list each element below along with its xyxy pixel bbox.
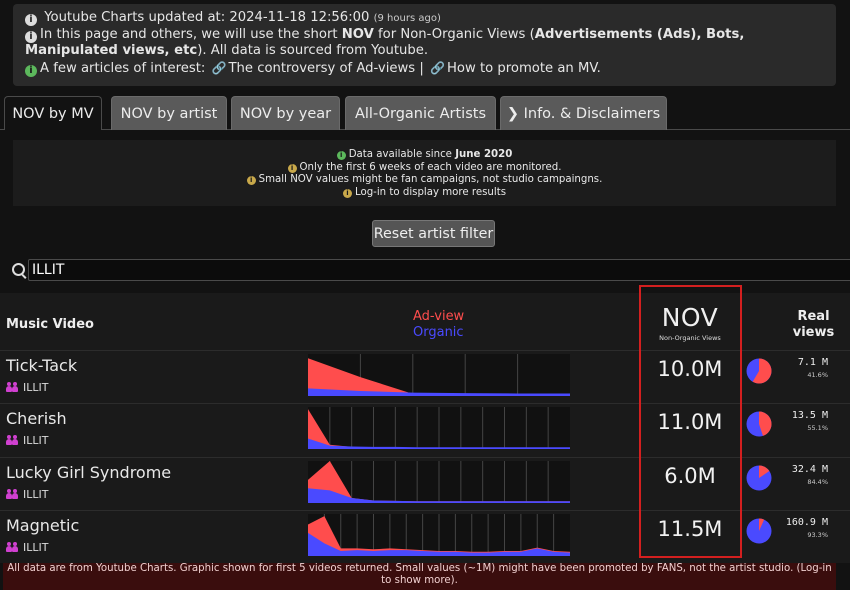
users-icon <box>6 382 19 392</box>
nov-table: Music Video Ad-view Organic NOV Non-Orga… <box>0 293 850 563</box>
info-icon: i <box>25 14 37 26</box>
views-sparkline <box>308 407 570 449</box>
sparkline-svg <box>308 514 570 556</box>
legend-ad-view: Ad-view <box>413 309 465 324</box>
users-icon <box>6 542 19 552</box>
organic-percent: 55.1% <box>807 424 828 432</box>
tab-all-organic-artists[interactable]: All-Organic Artists <box>345 96 496 130</box>
nov-definition: i In this page and others, we will use th… <box>25 27 745 59</box>
real-views-value: 7.1 M <box>797 357 828 368</box>
sparkline-svg <box>308 461 570 503</box>
search-bar <box>0 259 850 281</box>
table-row[interactable]: Tick-Tack ILLIT 10.0M 7.1 M 41.6% <box>0 350 850 404</box>
article-link-promote[interactable]: How to promote an MV. <box>447 61 601 76</box>
tab-nov-by-mv[interactable]: NOV by MV <box>4 96 102 130</box>
warning-icon: i <box>287 163 297 173</box>
column-header-nov-subtitle: Non-Organic Views <box>659 334 721 342</box>
artist-link[interactable]: ILLIT <box>6 541 48 554</box>
table-row[interactable]: Lucky Girl Syndrome ILLIT 6.0M 32.4 M 84.4% <box>0 457 850 511</box>
organic-pie-chart <box>746 411 772 437</box>
sparkline-svg <box>308 354 570 396</box>
organic-percent: 93.3% <box>807 531 828 539</box>
views-sparkline <box>308 514 570 556</box>
real-views-value: 160.9 M <box>785 517 828 528</box>
organic-pie-chart <box>746 465 772 491</box>
nov-value: 11.5M <box>657 517 723 541</box>
nov-value: 6.0M <box>664 464 716 488</box>
organic-percent: 41.6% <box>807 371 828 379</box>
views-sparkline <box>308 461 570 503</box>
link-icon: 🔗 <box>430 60 445 75</box>
video-title[interactable]: Magnetic <box>6 516 79 535</box>
tab-nov-by-year[interactable]: NOV by year <box>231 96 340 130</box>
video-title[interactable]: Cherish <box>6 409 67 428</box>
article-link-ad-views[interactable]: The controversy of Ad-views <box>228 61 415 76</box>
reset-artist-filter-button[interactable]: Reset artist filter <box>372 220 495 247</box>
legend-organic: Organic <box>413 325 464 340</box>
info-icon: i <box>25 31 37 44</box>
artist-link[interactable]: ILLIT <box>6 381 48 394</box>
tab-nov-by-artist[interactable]: NOV by artist <box>111 96 227 130</box>
link-icon: 🔗 <box>211 60 227 75</box>
real-views-value: 13.5 M <box>791 410 828 421</box>
update-text: updated at: 2024-11-18 12:56:00 <box>144 10 374 25</box>
update-age: (9 hours ago) <box>373 13 441 24</box>
footer-disclaimer: All data are from Youtube Charts. Graphi… <box>3 563 836 590</box>
artist-link[interactable]: ILLIT <box>6 434 48 447</box>
warning-icon: i <box>246 176 256 185</box>
articles-line: iA few articles of interest: 🔗 The contro… <box>25 60 824 77</box>
tab-info-disclaimers[interactable]: ❯ Info. & Disclaimers <box>500 96 667 130</box>
info-icon-green: i <box>25 64 37 77</box>
nov-value: 10.0M <box>657 357 723 381</box>
sparkline-svg <box>308 407 570 449</box>
organic-pie-chart <box>746 518 772 544</box>
table-row[interactable]: Cherish ILLIT 11.0M 13.5 M 55.1% <box>0 403 850 457</box>
pie-svg <box>746 465 772 491</box>
chevron-right-icon: ❯ <box>506 106 519 122</box>
nov-value: 11.0M <box>657 410 723 434</box>
table-row[interactable]: Magnetic ILLIT 11.5M 160.9 M 93.3% <box>0 510 850 564</box>
pie-svg <box>746 518 772 544</box>
info-banner: i Youtube Charts updated at: 2024-11-18 … <box>13 4 836 86</box>
ad-view-area <box>308 358 570 396</box>
column-header-real-views: Real views <box>792 309 835 340</box>
update-line: i Youtube Charts updated at: 2024-11-18 … <box>25 10 824 27</box>
pie-svg <box>746 358 772 384</box>
search-input[interactable] <box>28 259 850 281</box>
real-views-value: 32.4 M <box>791 464 828 475</box>
organic-pie-chart <box>746 358 772 384</box>
video-title[interactable]: Lucky Girl Syndrome <box>6 463 171 482</box>
warning-icon: i <box>342 188 352 198</box>
source-name: Youtube Charts <box>44 10 145 25</box>
artist-link[interactable]: ILLIT <box>6 488 48 501</box>
data-notice: i Data available since June 2020 i Only th… <box>13 140 836 206</box>
column-header-music-video: Music Video <box>6 317 94 332</box>
pie-svg <box>746 411 772 437</box>
views-sparkline <box>308 354 570 396</box>
users-icon <box>6 435 19 445</box>
video-title[interactable]: Tick-Tack <box>6 356 77 375</box>
search-icon <box>12 263 25 276</box>
column-header-nov: NOV <box>661 303 719 332</box>
info-icon-green: i <box>336 151 346 160</box>
organic-percent: 84.4% <box>807 478 828 486</box>
users-icon <box>6 489 19 499</box>
